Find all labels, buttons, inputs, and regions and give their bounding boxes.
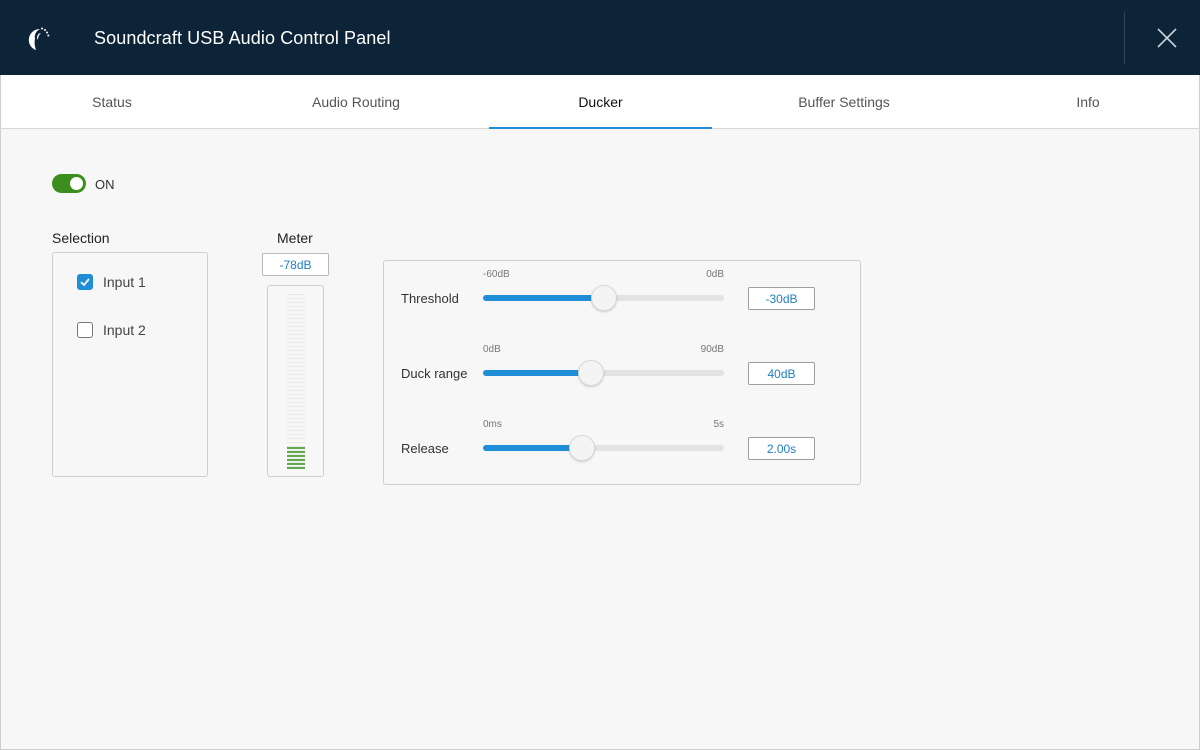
meter-heading: Meter	[277, 230, 313, 246]
title-bar: Soundcraft USB Audio Control Panel	[0, 0, 1200, 75]
soundcraft-logo-icon	[28, 27, 50, 50]
release-slider-thumb[interactable]	[568, 435, 595, 461]
threshold-slider-fill	[483, 295, 604, 301]
duck-range-slider-thumb[interactable]	[578, 360, 605, 386]
input-1-checkbox[interactable]	[77, 274, 93, 290]
close-button[interactable]	[1146, 17, 1188, 59]
input-1-label: Input 1	[103, 274, 146, 290]
duck-range-max-label: 90dB	[700, 344, 724, 355]
meter-level-fill	[287, 446, 305, 469]
ducker-toggle[interactable]	[52, 174, 86, 193]
threshold-slider[interactable]	[483, 285, 724, 311]
tab-status[interactable]: Status	[1, 75, 223, 128]
tab-info[interactable]: Info	[977, 75, 1199, 128]
input-2-label: Input 2	[103, 322, 146, 338]
checkmark-icon	[80, 278, 90, 287]
release-max-label: 5s	[713, 419, 724, 430]
threshold-label: Threshold	[401, 291, 459, 306]
release-label: Release	[401, 441, 449, 456]
release-slider-fill	[483, 445, 582, 451]
duck-range-min-label: 0dB	[483, 344, 501, 355]
threshold-min-label: -60dB	[483, 269, 510, 280]
toggle-label: ON	[95, 177, 115, 192]
title-separator	[1124, 12, 1125, 64]
duck-range-slider-fill	[483, 370, 592, 376]
release-slider[interactable]	[483, 435, 724, 461]
threshold-max-label: 0dB	[706, 269, 724, 280]
tab-bar: Status Audio Routing Ducker Buffer Setti…	[0, 75, 1200, 129]
threshold-slider-thumb[interactable]	[590, 285, 617, 311]
meter-value: -78dB	[262, 253, 329, 276]
release-min-label: 0ms	[483, 419, 502, 430]
release-value[interactable]: 2.00s	[748, 437, 815, 460]
threshold-value[interactable]: -30dB	[748, 287, 815, 310]
ducker-parameters: -60dB 0dB Threshold -30dB 0dB 90dB Duck …	[383, 260, 861, 485]
tab-buffer-settings[interactable]: Buffer Settings	[733, 75, 955, 128]
input-2-checkbox-row[interactable]: Input 2	[77, 322, 146, 338]
toggle-knob	[70, 177, 83, 190]
level-meter	[267, 285, 324, 477]
close-icon	[1157, 28, 1177, 48]
duck-range-label: Duck range	[401, 366, 468, 381]
input-1-checkbox-row[interactable]: Input 1	[77, 274, 146, 290]
window-title: Soundcraft USB Audio Control Panel	[94, 28, 391, 48]
selection-heading: Selection	[52, 230, 110, 246]
selection-box: Input 1 Input 2	[52, 252, 208, 477]
meter-scale	[287, 294, 305, 470]
duck-range-slider[interactable]	[483, 360, 724, 386]
input-2-checkbox[interactable]	[77, 322, 93, 338]
duck-range-value[interactable]: 40dB	[748, 362, 815, 385]
tab-ducker[interactable]: Ducker	[489, 75, 712, 129]
tab-audio-routing[interactable]: Audio Routing	[245, 75, 467, 128]
